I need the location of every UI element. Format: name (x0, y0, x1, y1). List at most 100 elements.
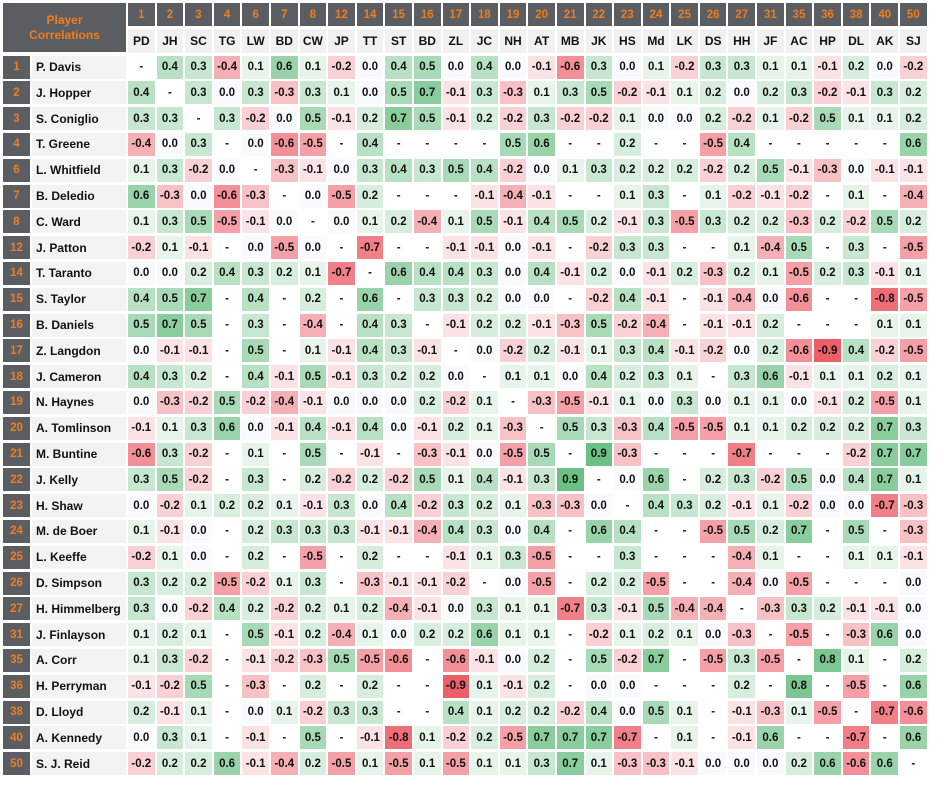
correlation-cell: - (699, 700, 727, 724)
correlation-cell: - (213, 468, 241, 492)
correlation-cell: - (642, 132, 670, 156)
correlation-cell: 0.4 (614, 519, 641, 543)
column-abbreviation: JK (585, 28, 613, 53)
correlation-cell: - (642, 519, 670, 543)
correlation-cell: 0.6 (900, 726, 927, 750)
correlation-cell: 0.1 (585, 339, 613, 363)
correlation-cell: 0.2 (900, 210, 927, 234)
column-number: 15 (385, 3, 412, 26)
correlation-cell: -0.1 (442, 107, 470, 131)
correlation-cell: -0.8 (385, 726, 412, 750)
correlation-cell: 0.2 (842, 416, 870, 440)
correlation-cell: -0.1 (413, 571, 441, 595)
row-number: 25 (3, 545, 30, 569)
correlation-cell: - (699, 442, 727, 466)
correlation-cell: - (213, 236, 241, 260)
correlation-cell: -0.2 (699, 158, 727, 182)
correlation-cell: 0.3 (671, 390, 698, 414)
correlation-cell: 0.5 (785, 236, 813, 260)
correlation-cell: 0.3 (585, 55, 613, 79)
correlation-cell: - (699, 674, 727, 698)
correlation-cell: 0.1 (128, 623, 155, 647)
correlation-cell: -0.1 (728, 494, 756, 518)
correlation-cell: -0.1 (299, 494, 327, 518)
correlation-cell: -0.4 (413, 210, 441, 234)
correlation-cell: - (156, 81, 184, 105)
correlation-cell: 0.3 (671, 494, 698, 518)
player-name: A. Corr (32, 648, 126, 672)
correlation-cell: 0.4 (128, 365, 155, 389)
correlation-cell: 0.2 (185, 261, 212, 285)
correlation-cell: 0.2 (299, 623, 327, 647)
column-abbreviation: DL (842, 28, 870, 53)
correlation-cell: -0.1 (242, 210, 269, 234)
correlation-cell: 0.2 (757, 81, 784, 105)
correlation-cell: 0.4 (442, 700, 470, 724)
correlation-cell: -0.1 (442, 236, 470, 260)
correlation-cell: 0.1 (156, 545, 184, 569)
column-abbreviation: CW (299, 28, 327, 53)
correlation-cell: 0.6 (356, 287, 384, 311)
correlation-cell: 0.0 (442, 55, 470, 79)
correlation-cell: - (385, 674, 412, 698)
correlation-cell: -0.5 (328, 184, 355, 208)
correlation-cell: 0.2 (528, 339, 555, 363)
correlation-cell: 0.5 (413, 55, 441, 79)
correlation-cell: - (814, 674, 841, 698)
correlation-cell: 0.3 (699, 55, 727, 79)
correlation-cell: 0.4 (442, 519, 470, 543)
player-name: H. Perryman (32, 674, 126, 698)
correlation-cell: 0.0 (671, 107, 698, 131)
correlation-cell: -0.2 (900, 55, 927, 79)
correlation-cell: -0.1 (299, 158, 327, 182)
correlation-cell: - (328, 132, 355, 156)
correlation-cell: - (385, 184, 412, 208)
correlation-cell: 0.2 (614, 158, 641, 182)
correlation-cell: 0.1 (900, 313, 927, 337)
correlation-cell: 0.3 (900, 416, 927, 440)
correlation-cell: 0.1 (185, 494, 212, 518)
correlation-cell: -0.4 (128, 132, 155, 156)
correlation-cell: -0.1 (242, 648, 269, 672)
correlation-cell: 0.1 (471, 390, 498, 414)
correlation-cell: -0.4 (270, 752, 298, 776)
column-abbreviation: JF (757, 28, 784, 53)
correlation-cell: 0.2 (156, 752, 184, 776)
correlation-cell: 0.6 (270, 55, 298, 79)
correlation-cell: - (213, 648, 241, 672)
correlation-cell: 0.7 (871, 416, 899, 440)
correlation-cell: -0.3 (156, 390, 184, 414)
correlation-cell: 0.1 (900, 261, 927, 285)
correlation-cell: 0.3 (242, 261, 269, 285)
correlation-cell: -0.6 (442, 648, 470, 672)
correlation-cell: 0.0 (699, 623, 727, 647)
correlation-cell: - (699, 571, 727, 595)
correlation-cell: - (442, 339, 470, 363)
correlation-cell: - (213, 726, 241, 750)
correlation-cell: 0.5 (299, 107, 327, 131)
correlation-cell: -0.1 (356, 726, 384, 750)
correlation-cell: - (556, 545, 584, 569)
correlation-cell: -0.2 (185, 158, 212, 182)
correlation-cell: 0.6 (213, 752, 241, 776)
correlation-cell: 0.1 (728, 236, 756, 260)
correlation-cell: -0.5 (385, 752, 412, 776)
correlation-cell: - (471, 571, 498, 595)
column-number: 20 (528, 3, 555, 26)
correlation-cell: -0.1 (242, 726, 269, 750)
player-name: B. Daniels (32, 313, 126, 337)
correlation-cell: 0.5 (728, 519, 756, 543)
correlation-cell: -0.7 (871, 700, 899, 724)
correlation-cell: 0.6 (757, 726, 784, 750)
correlation-cell: - (385, 700, 412, 724)
correlation-cell: -0.3 (757, 700, 784, 724)
correlation-cell: 0.2 (356, 545, 384, 569)
correlation-cell: 0.1 (757, 107, 784, 131)
correlation-cell: 0.3 (156, 365, 184, 389)
correlation-cell: -0.1 (185, 339, 212, 363)
correlation-cell: 0.5 (299, 442, 327, 466)
correlation-cell: - (842, 571, 870, 595)
correlation-cell: 0.4 (471, 468, 498, 492)
correlation-cell: -0.5 (328, 752, 355, 776)
correlation-cell: 0.0 (213, 158, 241, 182)
